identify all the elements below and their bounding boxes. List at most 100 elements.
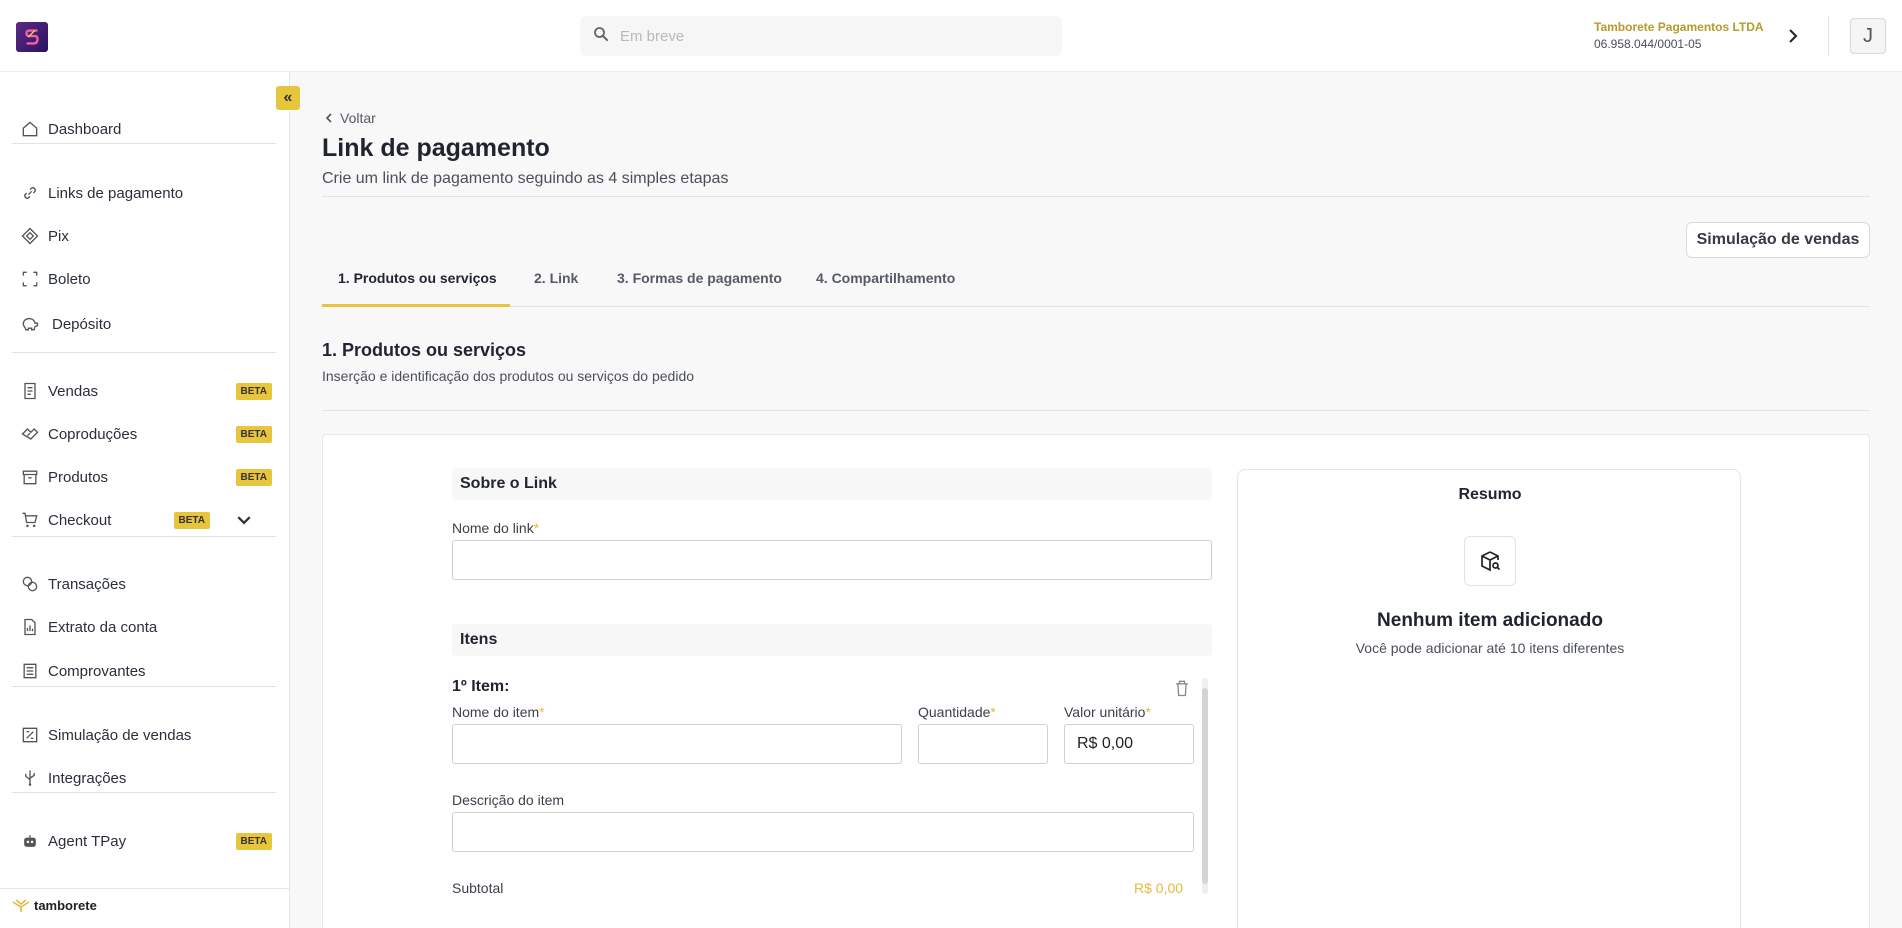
- sidebar-item-label: Agent TPay: [48, 832, 127, 850]
- sidebar-item-dashboard[interactable]: Dashboard: [20, 112, 270, 146]
- scrollbar[interactable]: [1202, 678, 1208, 894]
- divider: [1828, 16, 1829, 56]
- sidebar-item-statement[interactable]: Extrato da conta: [20, 610, 270, 644]
- item-name-label-text: Nome do item: [452, 704, 540, 720]
- usb-icon: [25, 770, 35, 786]
- divider: [322, 196, 1870, 197]
- tab-payment-methods[interactable]: 3. Formas de pagamento: [617, 270, 782, 286]
- sidebar-item-label: Extrato da conta: [48, 618, 158, 636]
- sidebar-item-coproductions[interactable]: Coproduções BETA: [20, 417, 272, 451]
- sidebar-item-label: Checkout: [48, 511, 112, 529]
- summary-panel: Resumo Nenhum item adicionado Você pode …: [1237, 469, 1741, 928]
- link-name-input[interactable]: [452, 540, 1212, 580]
- chevron-left-icon: [325, 113, 332, 123]
- tamborete-logo-icon: [12, 898, 30, 912]
- sidebar-item-boleto[interactable]: Boleto: [20, 262, 270, 296]
- sidebar-item-agent-tpay[interactable]: Agent TPay BETA: [20, 824, 272, 858]
- unit-price-label: Valor unitário*: [1064, 704, 1151, 720]
- company-switcher[interactable]: Tamborete Pagamentos LTDA 06.958.044/000…: [1594, 20, 1764, 51]
- link-icon: [24, 187, 36, 199]
- unit-price-input[interactable]: [1064, 724, 1194, 764]
- section-subtitle: Inserção e identificação dos produtos ou…: [322, 368, 695, 384]
- scrollbar-thumb[interactable]: [1202, 688, 1208, 884]
- item-description-label: Descrição do item: [452, 792, 565, 808]
- sales-simulation-button[interactable]: Simulação de vendas: [1686, 222, 1870, 258]
- pix-icon: [21, 227, 39, 245]
- collapse-sidebar-button[interactable]: «: [276, 86, 300, 110]
- tab-sharing[interactable]: 4. Compartilhamento: [816, 270, 955, 286]
- beta-badge: BETA: [235, 425, 272, 443]
- search-input[interactable]: [620, 27, 1020, 45]
- company-id: 06.958.044/0001-05: [1594, 37, 1702, 51]
- sidebar-item-transactions[interactable]: Transações: [20, 567, 270, 601]
- search-icon: [592, 25, 610, 48]
- sidebar-item-integrations[interactable]: Integrações: [20, 761, 270, 795]
- avatar[interactable]: J: [1850, 18, 1886, 54]
- search-bar[interactable]: [580, 16, 1062, 56]
- sidebar-item-deposit[interactable]: Depósito: [20, 307, 270, 341]
- quantity-label: Quantidade*: [918, 704, 996, 720]
- sidebar-item-checkout[interactable]: Checkout BETA: [20, 503, 270, 537]
- sidebar-item-receipts[interactable]: Comprovantes: [20, 654, 270, 688]
- item-description-input[interactable]: [452, 812, 1194, 852]
- link-name-label-text: Nome do link: [452, 520, 534, 536]
- divider: [322, 410, 1870, 411]
- beta-badge: BETA: [235, 468, 272, 486]
- page-subtitle: Crie um link de pagamento seguindo as 4 …: [322, 170, 729, 187]
- sidebar-divider: [12, 686, 276, 687]
- beta-badge: BETA: [235, 832, 272, 850]
- package-search-icon: [1464, 536, 1516, 586]
- statement-icon: [24, 618, 36, 636]
- robot-icon: [24, 835, 36, 847]
- calculator-icon: [22, 727, 38, 743]
- unit-price-label-text: Valor unitário: [1064, 704, 1146, 720]
- trash-icon[interactable]: [1172, 678, 1192, 698]
- sidebar-item-sales-simulation[interactable]: Simulação de vendas: [20, 718, 270, 752]
- tab-link[interactable]: 2. Link: [534, 270, 578, 286]
- home-icon: [22, 121, 38, 137]
- sidebar: Dashboard Links de pagamento Pix Boleto …: [0, 72, 290, 928]
- sidebar-item-label: Pix: [48, 227, 69, 245]
- quantity-input[interactable]: [918, 724, 1048, 764]
- empty-state-title: Nenhum item adicionado: [1377, 610, 1603, 631]
- back-link[interactable]: Voltar: [322, 110, 376, 126]
- box-icon: [22, 470, 38, 485]
- quantity-label-text: Quantidade: [918, 704, 991, 720]
- boleto-icon: [22, 271, 38, 287]
- sidebar-divider: [12, 143, 276, 144]
- sidebar-item-label: Comprovantes: [48, 662, 146, 680]
- handshake-icon: [21, 428, 39, 440]
- subtotal-label: Subtotal: [452, 880, 504, 896]
- page-title: Link de pagamento: [322, 134, 550, 162]
- required-mark: *: [533, 520, 540, 536]
- sidebar-divider: [12, 352, 276, 353]
- top-bar: Tamborete Pagamentos LTDA 06.958.044/000…: [0, 0, 1902, 72]
- required-mark: *: [990, 704, 996, 720]
- logo-icon[interactable]: [16, 22, 48, 52]
- brand-footer: tamborete: [12, 898, 97, 913]
- subtotal-value: R$ 0,00: [1134, 880, 1184, 896]
- document-list-icon: [23, 663, 37, 679]
- tab-products[interactable]: 1. Produtos ou serviços: [338, 270, 497, 286]
- sidebar-item-sales[interactable]: Vendas BETA: [20, 374, 272, 408]
- sidebar-item-label: Simulação de vendas: [48, 726, 192, 744]
- chevron-down-icon[interactable]: [234, 510, 254, 530]
- tabs-divider: [322, 306, 1870, 307]
- beta-badge: BETA: [173, 511, 210, 529]
- item-name-label: Nome do item*: [452, 704, 545, 720]
- sidebar-item-label: Dashboard: [48, 120, 122, 138]
- sidebar-divider: [12, 792, 276, 793]
- active-tab-indicator: [322, 304, 510, 307]
- sidebar-item-label: Depósito: [52, 315, 112, 333]
- items-heading: Itens: [452, 624, 1212, 656]
- sidebar-item-payment-links[interactable]: Links de pagamento: [20, 176, 270, 210]
- sidebar-item-label: Links de pagamento: [48, 184, 184, 202]
- sidebar-item-label: Produtos: [48, 468, 109, 486]
- beta-badge: BETA: [235, 382, 272, 400]
- item-name-input[interactable]: [452, 724, 902, 764]
- sidebar-item-products[interactable]: Produtos BETA: [20, 460, 272, 494]
- sidebar-divider: [12, 536, 276, 537]
- cart-icon: [22, 512, 38, 528]
- chevron-right-icon[interactable]: [1784, 24, 1802, 48]
- sidebar-item-pix[interactable]: Pix: [20, 219, 270, 253]
